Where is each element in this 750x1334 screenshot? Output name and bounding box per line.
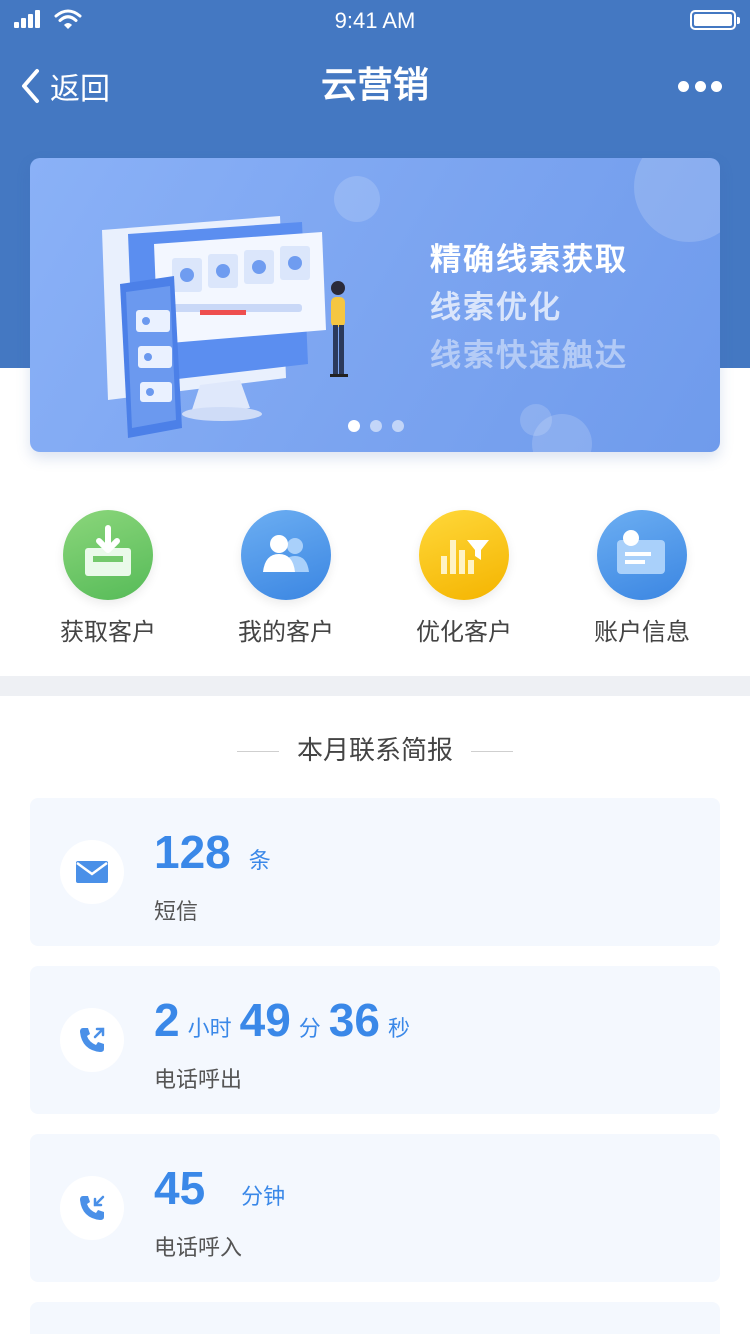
- sms-value: 128 条: [154, 826, 279, 879]
- carousel-dot[interactable]: [392, 420, 404, 432]
- sms-unit: 条: [248, 849, 271, 874]
- phone-incoming-icon: [60, 1176, 124, 1240]
- outgoing-label: 电话呼出: [154, 1068, 243, 1093]
- dot-icon: [711, 80, 722, 92]
- report-section-title: 本月联系简报: [0, 730, 750, 766]
- outgoing-duration: 2 小时 49 分 36 秒: [154, 994, 418, 1047]
- inbox-download-icon: [63, 510, 153, 600]
- title-rule: [471, 751, 513, 752]
- incoming-unit: 分钟: [241, 1185, 286, 1210]
- incoming-label: 电话呼入: [154, 1236, 243, 1261]
- incoming-value: 45 分钟: [154, 1162, 293, 1215]
- users-icon: [241, 510, 331, 600]
- minutes-unit: 分: [298, 1017, 321, 1042]
- sms-count: 128: [154, 826, 231, 878]
- action-account-info[interactable]: 账户信息: [562, 510, 722, 647]
- status-time: 9:41 AM: [334, 8, 416, 33]
- banner-line: 线索快速触达: [430, 338, 628, 374]
- section-divider: [0, 676, 750, 696]
- incoming-minutes: 45: [154, 1162, 206, 1214]
- action-my-customers[interactable]: 我的客户: [206, 510, 366, 647]
- battery-icon: [690, 10, 740, 30]
- hours-unit: 小时: [187, 1017, 232, 1042]
- page-title: 云营销: [320, 65, 429, 106]
- navigation-bar: 返回 云营销: [0, 56, 750, 116]
- next-stat-card[interactable]: [30, 1302, 720, 1334]
- carousel-dot[interactable]: [370, 420, 382, 432]
- incoming-call-card[interactable]: 45 分钟 电话呼入: [30, 1134, 720, 1282]
- dot-icon: [694, 80, 706, 92]
- sms-label: 短信: [154, 900, 199, 925]
- action-label: 优化客户: [416, 618, 512, 646]
- title-rule: [236, 751, 279, 752]
- report-title: 本月联系简报: [296, 736, 453, 766]
- decor-bubble: [634, 158, 720, 242]
- banner-line: 精确线索获取: [430, 242, 628, 278]
- banner-text: 精确线索获取 线索优化 线索快速触达: [430, 236, 628, 380]
- action-label: 我的客户: [238, 618, 334, 646]
- mail-icon: [60, 840, 124, 904]
- seconds-unit: 秒: [387, 1017, 410, 1042]
- status-bar: 9:41 AM: [0, 0, 750, 40]
- id-card-icon: [597, 510, 687, 600]
- computer-illustration: [102, 216, 348, 438]
- carousel-indicator: [348, 420, 404, 432]
- outgoing-hours: 2: [154, 994, 180, 1046]
- banner-line: 线索优化: [430, 290, 562, 326]
- outgoing-call-card[interactable]: 2 小时 49 分 36 秒 电话呼出: [30, 966, 720, 1114]
- action-optimize-customers[interactable]: 优化客户: [384, 510, 544, 647]
- promo-banner[interactable]: 精确线索获取 线索优化 线索快速触达: [30, 158, 720, 452]
- outgoing-seconds: 36: [328, 994, 380, 1046]
- dot-icon: [678, 80, 689, 92]
- action-label: 获取客户: [60, 618, 156, 646]
- outgoing-minutes: 49: [239, 994, 291, 1046]
- carousel-dot[interactable]: [348, 420, 360, 432]
- phone-outgoing-icon: [60, 1008, 124, 1072]
- chart-filter-icon: [419, 510, 509, 600]
- action-label: 账户信息: [594, 618, 690, 646]
- more-menu-button[interactable]: [678, 78, 722, 94]
- sms-stat-card[interactable]: 128 条 短信: [30, 798, 720, 946]
- quick-actions: 获取客户 我的客户 优化客户 账户信息: [0, 510, 750, 650]
- action-get-customers[interactable]: 获取客户: [28, 510, 188, 647]
